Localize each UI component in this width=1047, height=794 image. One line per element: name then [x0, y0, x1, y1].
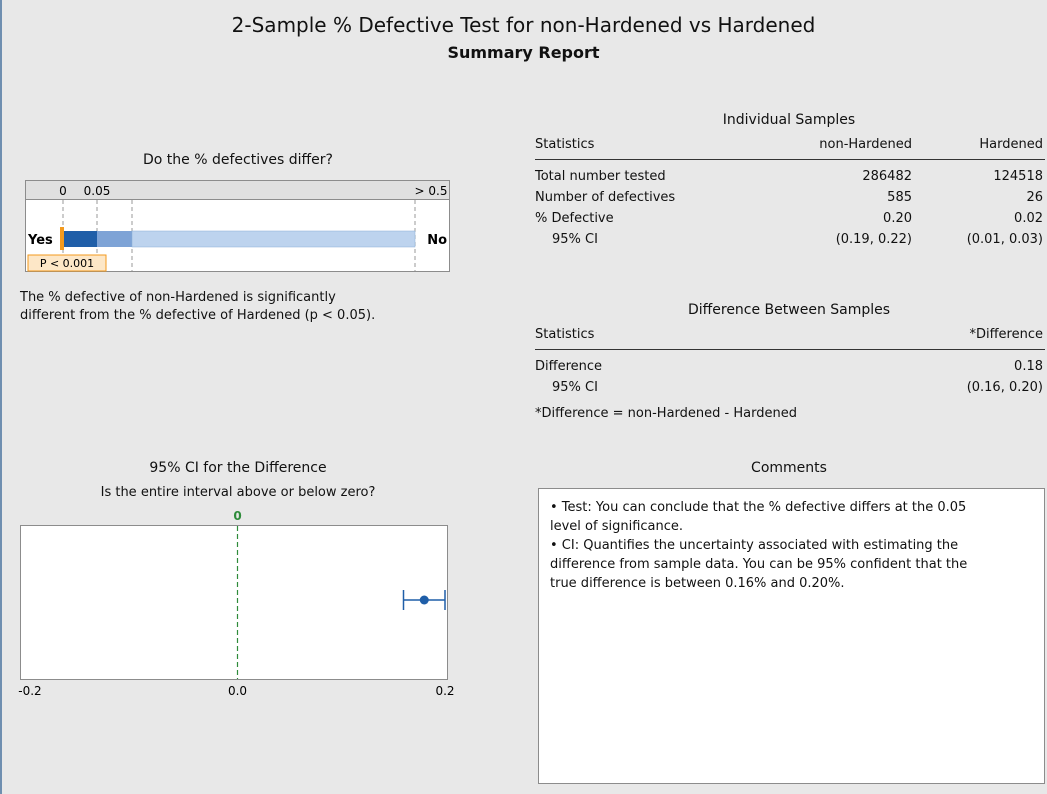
ci-x-tick-label: 0.2 — [435, 684, 454, 698]
report-title: 2-Sample % Defective Test for non-Harden… — [231, 13, 816, 37]
ci-chart: 0 -0.2 0.0 0.2 — [18, 509, 454, 698]
difference-heading: Difference Between Samples — [687, 302, 891, 318]
tick-0-label: 0 — [59, 184, 67, 198]
row-value-a: (0.19, 0.22) — [835, 232, 912, 247]
difference-row-value: 0.18 — [1014, 359, 1043, 374]
individual-col-stat: Statistics — [535, 137, 595, 152]
tick-005-label: 0.05 — [84, 184, 111, 198]
difference-row-label: Difference — [535, 359, 603, 374]
difference-header-rule — [535, 349, 1045, 350]
yes-label: Yes — [27, 233, 53, 248]
no-label: No — [427, 233, 447, 248]
test-heading: Do the % defectives differ? — [143, 152, 333, 168]
conclusion-line-2: different from the % defective of Harden… — [20, 308, 376, 323]
ci-heading: 95% CI for the Difference — [149, 460, 327, 476]
difference-col-stat: Statistics — [535, 327, 595, 342]
pvalue-marker — [60, 227, 64, 250]
row-value-a: 585 — [887, 190, 912, 205]
pvalue-bar-chart: 0 0.05 > 0.5 Yes No P < 0.001 — [25, 180, 450, 272]
difference-row-label: 95% CI — [552, 380, 598, 395]
ci-x-tick-label: -0.2 — [18, 684, 41, 698]
comments-box: • Test: You can conclude that the % defe… — [538, 488, 1045, 784]
ci-x-tick-label: 0.0 — [228, 684, 247, 698]
comment-line: • Test: You can conclude that the % defe… — [550, 500, 967, 515]
comment-line: difference from sample data. You can be … — [550, 557, 968, 572]
ci-zero-top-label: 0 — [233, 509, 241, 523]
row-value-b: 0.02 — [1014, 211, 1043, 226]
difference-col-diff: *Difference — [969, 327, 1043, 342]
comments-text: • Test: You can conclude that the % defe… — [550, 498, 1040, 593]
comment-line: • CI: Quantifies the uncertainty associa… — [550, 538, 959, 553]
row-value-a: 286482 — [862, 169, 912, 184]
individual-heading: Individual Samples — [722, 112, 856, 128]
row-value-b: 124518 — [993, 169, 1043, 184]
comments-heading: Comments — [751, 460, 827, 476]
bar-segment-light — [131, 230, 416, 248]
individual-col-b: Hardened — [979, 137, 1043, 152]
comment-line: level of significance. — [550, 519, 684, 534]
row-label: Total number tested — [535, 169, 666, 184]
pvalue-badge-text: P < 0.001 — [40, 257, 94, 270]
individual-col-a: non-Hardened — [819, 137, 912, 152]
ci-plot-area — [20, 525, 448, 680]
ci-question: Is the entire interval above or below ze… — [100, 485, 376, 500]
conclusion-line-1: The % defective of non-Hardened is signi… — [20, 290, 336, 305]
row-value-b: 26 — [1026, 190, 1043, 205]
comment-line: true difference is between 0.16% and 0.2… — [550, 576, 845, 591]
row-value-b: (0.01, 0.03) — [966, 232, 1043, 247]
window-frame-left — [0, 0, 2, 794]
report-subtitle: Summary Report — [447, 43, 600, 62]
row-value-a: 0.20 — [883, 211, 912, 226]
difference-footnote: *Difference = non-Hardened - Hardened — [535, 406, 797, 421]
conclusion-text: The % defective of non-Hardened is signi… — [20, 289, 460, 325]
individual-header-rule — [535, 159, 1045, 160]
ci-point-estimate — [419, 595, 429, 605]
bar-segment-mid — [97, 231, 132, 247]
difference-row-value: (0.16, 0.20) — [966, 380, 1043, 395]
row-label: Number of defectives — [535, 190, 676, 205]
row-label: 95% CI — [552, 232, 598, 247]
row-label: % Defective — [535, 211, 614, 226]
bar-segment-dark — [63, 231, 97, 247]
tick-05-label: > 0.5 — [415, 184, 448, 198]
